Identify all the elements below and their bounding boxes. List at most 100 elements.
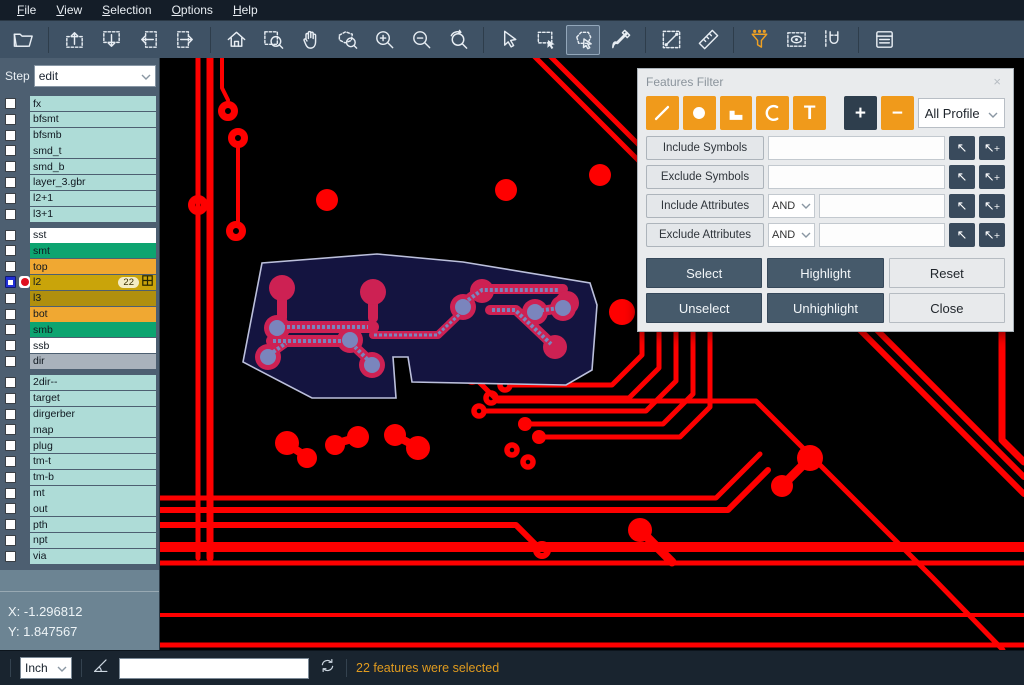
layer-color-bar[interactable]: smd_b <box>30 159 156 174</box>
layer-color-bar[interactable]: tm-t <box>30 454 156 469</box>
view-options-button[interactable] <box>779 25 813 55</box>
menu-file[interactable]: File <box>8 2 45 18</box>
layer-checkbox[interactable] <box>5 230 16 241</box>
unit-select[interactable]: Inch <box>20 657 72 679</box>
layer-checkbox[interactable] <box>5 276 16 288</box>
layer-color-bar[interactable]: l2+1 <box>30 191 156 206</box>
feature-arc-button[interactable] <box>756 96 789 130</box>
layer-checkbox[interactable] <box>5 130 16 141</box>
highlight-button[interactable]: Highlight <box>767 258 883 288</box>
include-symbols-button[interactable]: Include Symbols <box>646 136 764 160</box>
layer-color-bar[interactable]: via <box>30 549 156 564</box>
layer-row-l2-1[interactable]: l2+1 <box>0 191 159 206</box>
close-button[interactable]: Close <box>889 293 1005 323</box>
layer-checkbox[interactable] <box>5 324 16 335</box>
layer-row-smd-b[interactable]: smd_b <box>0 159 159 174</box>
include-symbols-input[interactable] <box>768 136 945 160</box>
layer-checkbox[interactable] <box>5 309 16 320</box>
layer-color-bar[interactable]: smb <box>30 322 156 337</box>
layer-checkbox[interactable] <box>5 114 16 125</box>
zoom-object-button[interactable] <box>330 25 364 55</box>
layer-color-bar[interactable]: dirgerber <box>30 407 156 422</box>
paint-brush-button[interactable] <box>603 25 637 55</box>
pick-arrow-button[interactable]: ↖ <box>949 194 975 218</box>
zoom-out-button[interactable] <box>404 25 438 55</box>
exclude-attributes-button[interactable]: Exclude Attributes <box>646 223 764 247</box>
layer-checkbox[interactable] <box>5 340 16 351</box>
layer-row-mt[interactable]: mt <box>0 486 159 501</box>
layer-checkbox[interactable] <box>5 551 16 562</box>
measure-angle-icon[interactable] <box>91 656 110 680</box>
layer-color-bar[interactable]: sst <box>30 228 156 243</box>
snap-magnet-button[interactable] <box>816 25 850 55</box>
pick-arrow-add-button[interactable]: ↖+ <box>979 165 1005 189</box>
layer-row-top[interactable]: top <box>0 259 159 274</box>
layer-color-bar[interactable]: l222 <box>30 275 156 290</box>
layer-row-l3[interactable]: l3 <box>0 291 159 306</box>
layer-row-smt[interactable]: smt <box>0 243 159 258</box>
profile-select[interactable]: All Profile <box>918 98 1005 128</box>
layer-row-bot[interactable]: bot <box>0 307 159 322</box>
pan-right-button[interactable] <box>168 25 202 55</box>
command-input[interactable] <box>119 658 309 679</box>
layer-color-bar[interactable]: pth <box>30 517 156 532</box>
grid-icon[interactable] <box>142 275 153 289</box>
feature-line-button[interactable] <box>646 96 679 130</box>
remove-button[interactable]: − <box>881 96 914 130</box>
layer-row-fx[interactable]: fx <box>0 96 159 111</box>
layer-checkbox[interactable] <box>5 293 16 304</box>
layer-color-bar[interactable]: 2dir-- <box>30 375 156 390</box>
layer-row-plug[interactable]: plug <box>0 438 159 453</box>
layer-row-2dir[interactable]: 2dir-- <box>0 375 159 390</box>
layer-row-tm-b[interactable]: tm-b <box>0 470 159 485</box>
report-list-button[interactable] <box>867 25 901 55</box>
zoom-previous-button[interactable] <box>441 25 475 55</box>
layer-row-smd-t[interactable]: smd_t <box>0 143 159 158</box>
layer-color-bar[interactable]: l3+1 <box>30 207 156 222</box>
layer-checkbox[interactable] <box>5 472 16 483</box>
select-polygon-button[interactable] <box>566 25 600 55</box>
exclude-attributes-input[interactable] <box>819 223 945 247</box>
and-or-select[interactable]: AND <box>768 223 815 247</box>
layer-checkbox[interactable] <box>5 161 16 172</box>
layer-color-bar[interactable]: bfsmt <box>30 112 156 127</box>
layer-checkbox[interactable] <box>5 503 16 514</box>
pcb-canvas[interactable]: Features Filter × T+− All Profile Includ… <box>160 58 1024 650</box>
layer-row-out[interactable]: out <box>0 501 159 516</box>
layer-row-bfsmb[interactable]: bfsmb <box>0 128 159 143</box>
measure-line-button[interactable] <box>654 25 688 55</box>
layer-color-bar[interactable]: bot <box>30 307 156 322</box>
layer-checkbox[interactable] <box>5 209 16 220</box>
layer-checkbox[interactable] <box>5 519 16 530</box>
layer-row-ssb[interactable]: ssb <box>0 338 159 353</box>
layer-row-target[interactable]: target <box>0 391 159 406</box>
menu-selection[interactable]: Selection <box>93 2 160 18</box>
pick-arrow-add-button[interactable]: ↖+ <box>979 136 1005 160</box>
layer-checkbox[interactable] <box>5 145 16 156</box>
feature-surface-button[interactable] <box>720 96 753 130</box>
exclude-symbols-button[interactable]: Exclude Symbols <box>646 165 764 189</box>
layer-checkbox[interactable] <box>5 440 16 451</box>
layer-checkbox[interactable] <box>5 245 16 256</box>
select-cursor-button[interactable] <box>492 25 526 55</box>
layer-color-bar[interactable]: target <box>30 391 156 406</box>
ruler-button[interactable] <box>691 25 725 55</box>
layer-color-bar[interactable]: tm-b <box>30 470 156 485</box>
layer-checkbox[interactable] <box>5 177 16 188</box>
and-or-select[interactable]: AND <box>768 194 815 218</box>
layer-checkbox[interactable] <box>5 488 16 499</box>
pick-arrow-button[interactable]: ↖ <box>949 136 975 160</box>
layer-checkbox[interactable] <box>5 193 16 204</box>
zoom-window-button[interactable] <box>256 25 290 55</box>
layer-row-bfsmt[interactable]: bfsmt <box>0 112 159 127</box>
layer-color-bar[interactable]: bfsmb <box>30 128 156 143</box>
layer-color-bar[interactable]: npt <box>30 533 156 548</box>
dialog-title-bar[interactable]: Features Filter × <box>638 69 1013 94</box>
home-view-button[interactable] <box>219 25 253 55</box>
pick-arrow-button[interactable]: ↖ <box>949 223 975 247</box>
layer-row-layer-3-gbr[interactable]: layer_3.gbr <box>0 175 159 190</box>
select-button[interactable]: Select <box>646 258 762 288</box>
reset-button[interactable]: Reset <box>889 258 1005 288</box>
menu-view[interactable]: View <box>47 2 91 18</box>
layer-color-bar[interactable]: layer_3.gbr <box>30 175 156 190</box>
